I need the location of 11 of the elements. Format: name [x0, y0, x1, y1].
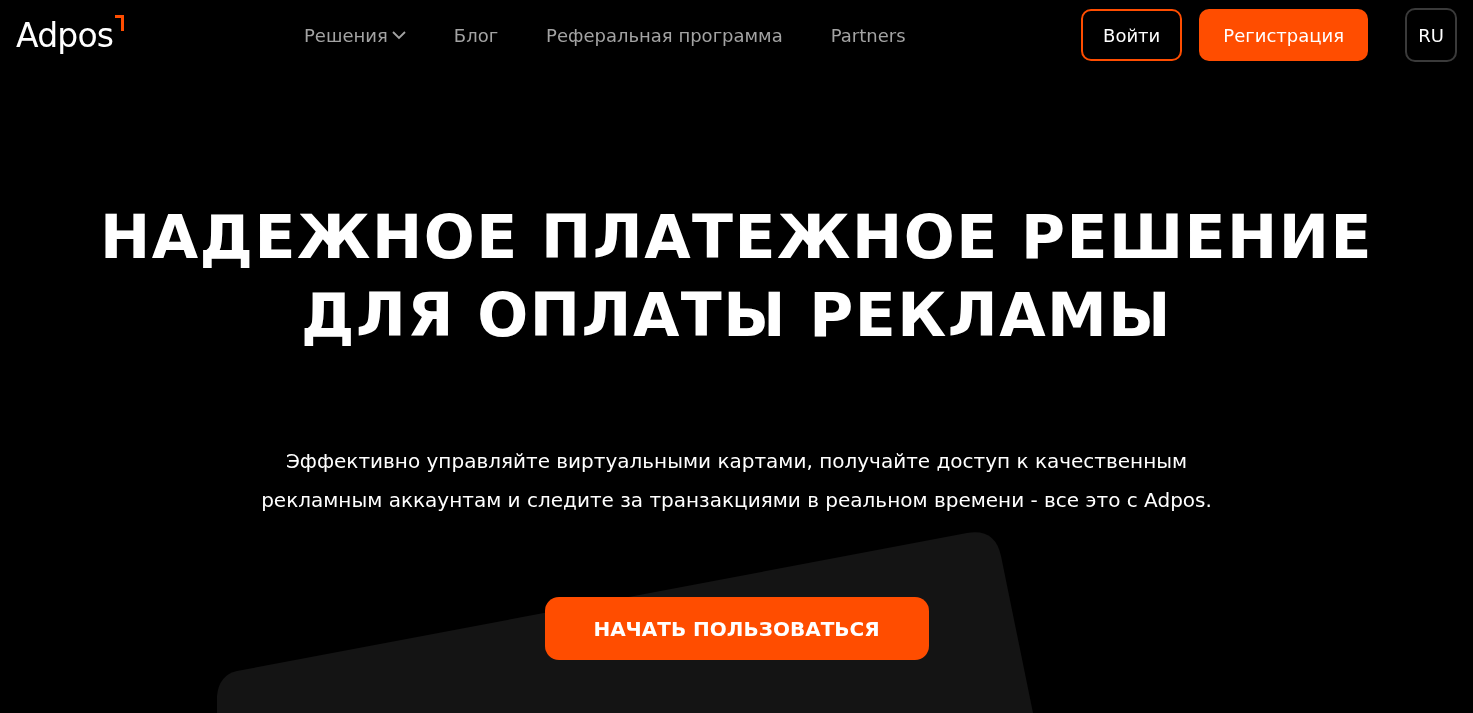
nav-link[interactable]: Partners — [830, 21, 906, 49]
nav-link[interactable]: Блог — [453, 21, 499, 49]
logo[interactable]: Adpos — [16, 18, 114, 52]
nav-link[interactable]: Решения — [304, 21, 406, 49]
chevron-down-icon — [391, 30, 406, 40]
language-button[interactable]: RU — [1405, 8, 1457, 62]
logo-corner-icon — [115, 14, 125, 31]
hero-subtitle: Эффективно управляйте виртуальными картами, получайте доступ к качественным рекламным аккаунтам и следите за транзакциями в реальном времени - все это с Adpos. — [260, 448, 1213, 514]
hero-title: НАДЕЖНОЕ ПЛАТЕЖНОЕ РЕШЕНИЕ ДЛЯ ОПЛАТЫ РЕКЛАМЫ — [99, 201, 1373, 352]
nav-link[interactable]: Реферальная программа — [546, 21, 783, 49]
login-button[interactable]: Войти — [1081, 9, 1183, 61]
